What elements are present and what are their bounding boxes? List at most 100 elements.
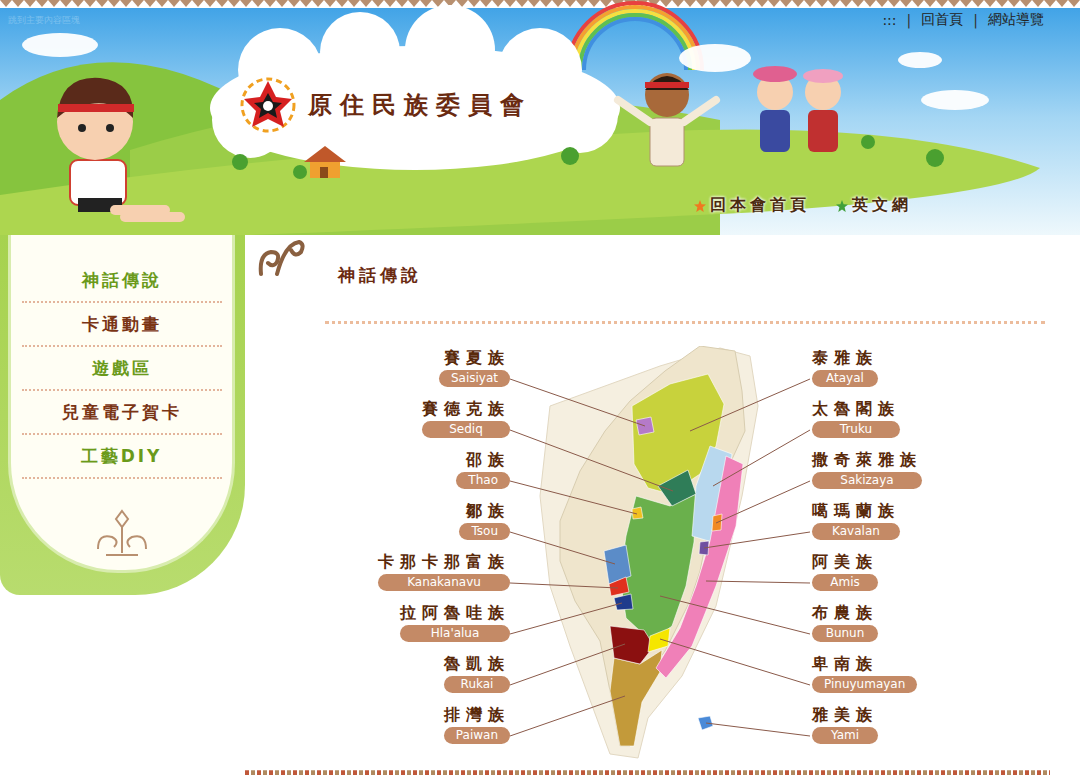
waving-boy: [618, 73, 716, 166]
leader-line: [690, 379, 810, 431]
page: 跳到主要內容區塊:::|回首頁|網站導覽原住民族委員會回本會首頁英文網神話傳說卡…: [0, 0, 1080, 780]
main-nav: 回本會首頁 英文網: [0, 195, 1080, 216]
tribe-label[interactable]: 卡那卡那富族 Kanakanavu: [378, 552, 510, 591]
tribe-romanized: Truku: [812, 421, 900, 438]
site-title: 原住民族委員會: [308, 89, 532, 121]
leader-line: [706, 581, 810, 583]
body: 神話傳說卡通動畫遊戲區兒童電子賀卡工藝DIY神話傳說賽夏族Saisiyat賽德克…: [0, 235, 1080, 780]
sidebar-item[interactable]: 遊戲區: [22, 347, 222, 391]
tribe-name: 布農族: [812, 603, 878, 623]
tribe-romanized: Yami: [812, 727, 878, 744]
sidebar-item[interactable]: 工藝DIY: [22, 435, 222, 479]
tribe-label[interactable]: 賽德克族Sediq: [422, 399, 510, 438]
tribe-list-left: 賽夏族 Saisiyat 賽德克族Sediq 邵族 Thao 鄒族Tsou 卡那卡那富族 Ka…: [322, 346, 510, 761]
house: [304, 146, 346, 178]
leader-line: [510, 481, 637, 514]
leader-line: [510, 603, 622, 634]
tribe-region[interactable]: [648, 628, 670, 652]
leader-line: [704, 532, 810, 548]
tribe-romanized: Amis: [812, 574, 878, 591]
tribe-name: 卑南族: [812, 654, 917, 674]
tribe-region[interactable]: [610, 626, 654, 664]
star-icon: [694, 200, 706, 212]
tribe-name: 噶瑪蘭族: [812, 501, 900, 521]
tribe-label[interactable]: 魯凱族Rukai: [444, 654, 510, 693]
top-link[interactable]: 網站導覽: [988, 11, 1044, 29]
tribe-romanized: Hla'alua: [400, 625, 510, 642]
tribe-label[interactable]: 卑南族 Pinuyumayan: [812, 654, 917, 693]
logo-emblem-icon: [238, 75, 298, 135]
tribe-label[interactable]: 邵族 Thao: [456, 450, 510, 489]
taiwan-map: [510, 346, 810, 761]
leader-line: [660, 639, 810, 685]
tribe-label[interactable]: 阿美族Amis: [812, 552, 878, 591]
tribe-label[interactable]: 泰雅族Atayal: [812, 348, 878, 387]
tribe-romanized: Bunun: [812, 625, 878, 642]
tribe-label[interactable]: 鄒族Tsou: [459, 501, 510, 540]
top-links: :::|回首頁|網站導覽: [882, 11, 1044, 29]
tribe-romanized: Sakizaya: [812, 472, 922, 489]
leader-line: [510, 644, 625, 685]
logo-cloud: [210, 5, 620, 170]
tribe-label[interactable]: 布農族 Bunun: [812, 603, 878, 642]
tribe-romanized: Kanakanavu: [378, 574, 510, 591]
tribe-region[interactable]: [698, 716, 713, 730]
footer-border: [245, 767, 1050, 775]
tribe-name: 雅美族: [812, 705, 878, 725]
tribe-name: 撒奇萊雅族: [812, 450, 922, 470]
leader-line: [510, 379, 645, 426]
tribe-name: 排灣族: [444, 705, 510, 725]
tribe-romanized: Saisiyat: [439, 370, 510, 387]
title-row: 神話傳說: [245, 263, 1080, 287]
skip-link[interactable]: 跳到主要內容區塊: [8, 14, 80, 27]
main-content: 神話傳說賽夏族 Saisiyat 賽德克族Sediq 邵族 Thao 鄒族Tsou 卡那卡那…: [245, 235, 1080, 780]
tribe-label[interactable]: 雅美族 Yami: [812, 705, 878, 744]
sidebar-panel: 神話傳說卡通動畫遊戲區兒童電子賀卡工藝DIY: [8, 235, 235, 573]
sidebar-item[interactable]: 兒童電子賀卡: [22, 391, 222, 435]
leader-line: [706, 723, 810, 736]
tribe-romanized: Pinuyumayan: [812, 676, 917, 693]
tribe-romanized: Paiwan: [444, 727, 510, 744]
separator: |: [973, 12, 978, 28]
accesskey-marker[interactable]: :::: [882, 12, 896, 28]
tribe-label[interactable]: 太魯閣族Truku: [812, 399, 900, 438]
logo[interactable]: 原住民族委員會: [0, 75, 1080, 135]
tribe-label[interactable]: 賽夏族 Saisiyat: [439, 348, 510, 387]
tribe-name: 邵族: [456, 450, 510, 470]
sidebar-item[interactable]: 神話傳說: [22, 259, 222, 303]
tribe-name: 賽夏族: [439, 348, 510, 368]
nav-item[interactable]: 英文網: [836, 195, 912, 216]
leader-line: [660, 596, 810, 634]
tribe-name: 卡那卡那富族: [378, 552, 510, 572]
leader-line: [510, 583, 618, 588]
tribe-name: 鄒族: [459, 501, 510, 521]
tribe-region[interactable]: [614, 594, 633, 610]
sitting-boy: [57, 78, 185, 222]
header-scene: [0, 0, 1080, 235]
tribe-label[interactable]: 拉阿魯哇族 Hla'alua: [400, 603, 510, 642]
tribe-name: 拉阿魯哇族: [400, 603, 510, 623]
tribe-romanized: Thao: [456, 472, 510, 489]
tribal-ornament-icon: [92, 509, 152, 559]
nav-item[interactable]: 回本會首頁: [694, 195, 810, 216]
tribe-list-right: 泰雅族Atayal 太魯閣族Truku 撒奇萊雅族 Sakizaya 噶瑪蘭族Kaval…: [810, 346, 1052, 761]
leader-line: [716, 481, 810, 523]
sidebar: 神話傳說卡通動畫遊戲區兒童電子賀卡工藝DIY: [0, 235, 245, 595]
tribe-name: 賽德克族: [422, 399, 510, 419]
star-icon: [836, 200, 848, 212]
leader-line: [510, 696, 625, 736]
top-link[interactable]: 回首頁: [921, 11, 963, 29]
tribe-label[interactable]: 排灣族 Paiwan: [444, 705, 510, 744]
dancing-girls: [753, 66, 843, 152]
tribe-map: 賽夏族 Saisiyat 賽德克族Sediq 邵族 Thao 鄒族Tsou 卡那卡那富族 Ka…: [322, 346, 1080, 761]
tribe-region[interactable]: [604, 545, 631, 584]
header: 跳到主要內容區塊:::|回首頁|網站導覽原住民族委員會回本會首頁英文網: [0, 0, 1080, 235]
tribe-label[interactable]: 撒奇萊雅族 Sakizaya: [812, 450, 922, 489]
leader-line: [510, 532, 615, 564]
divider: [325, 321, 1045, 324]
leader-line: [510, 430, 673, 491]
leader-line: [713, 430, 810, 486]
tribe-label[interactable]: 噶瑪蘭族Kavalan: [812, 501, 900, 540]
sidebar-item[interactable]: 卡通動畫: [22, 303, 222, 347]
tribe-region[interactable]: [609, 577, 629, 596]
